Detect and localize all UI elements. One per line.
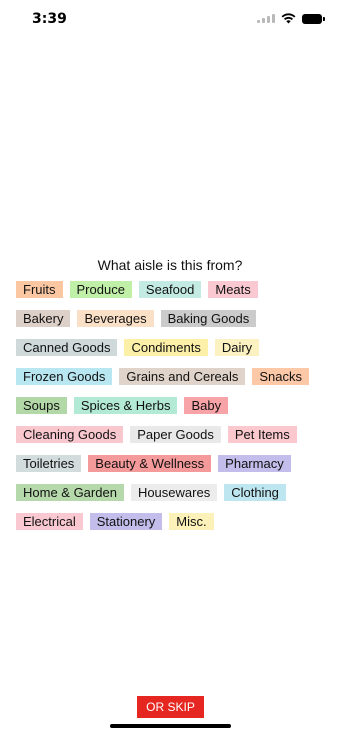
aisle-option-dairy[interactable]: Dairy [214, 339, 260, 356]
aisle-option-snacks[interactable]: Snacks [252, 368, 310, 385]
status-icons [257, 13, 325, 24]
aisle-option-paper-goods[interactable]: Paper Goods [130, 426, 221, 443]
aisle-option-misc[interactable]: Misc. [169, 513, 214, 530]
aisle-option-frozen-goods[interactable]: Frozen Goods [16, 368, 113, 385]
aisle-option-beauty-wellness[interactable]: Beauty & Wellness [88, 455, 212, 472]
aisle-option-spices-herbs[interactable]: Spices & Herbs [73, 397, 178, 414]
aisle-option-condiments[interactable]: Condiments [124, 339, 208, 356]
home-indicator [110, 724, 231, 728]
aisle-option-stationery[interactable]: Stationery [89, 513, 163, 530]
wifi-icon [281, 13, 296, 24]
aisle-option-toiletries[interactable]: Toiletries [16, 455, 82, 472]
aisle-option-electrical[interactable]: Electrical [16, 513, 83, 530]
aisle-option-baking-goods[interactable]: Baking Goods [160, 310, 257, 327]
aisle-option-canned-goods[interactable]: Canned Goods [16, 339, 118, 356]
aisle-option-bakery[interactable]: Bakery [16, 310, 71, 327]
aisle-option-fruits[interactable]: Fruits [16, 281, 63, 298]
battery-icon [302, 13, 325, 24]
cellular-signal-icon [257, 14, 275, 23]
aisle-option-meats[interactable]: Meats [208, 281, 258, 298]
aisle-option-cleaning-goods[interactable]: Cleaning Goods [16, 426, 124, 443]
aisle-option-housewares[interactable]: Housewares [130, 484, 218, 501]
aisle-option-soups[interactable]: Soups [16, 397, 67, 414]
aisle-option-pharmacy[interactable]: Pharmacy [218, 455, 291, 472]
aisle-option-beverages[interactable]: Beverages [77, 310, 154, 327]
aisle-option-home-garden[interactable]: Home & Garden [16, 484, 124, 501]
question-heading: What aisle is this from? [97, 257, 243, 273]
status-bar: 3:39 [0, 0, 340, 40]
skip-button[interactable]: OR SKIP [137, 696, 204, 718]
aisle-option-pet-items[interactable]: Pet Items [227, 426, 297, 443]
aisle-option-baby[interactable]: Baby [184, 397, 229, 414]
aisle-option-produce[interactable]: Produce [69, 281, 132, 298]
aisle-option-grains-and-cereals[interactable]: Grains and Cereals [119, 368, 246, 385]
aisle-options: Fruits Produce Seafood Meats Bakery Beverages… [16, 281, 316, 530]
aisle-option-clothing[interactable]: Clothing [224, 484, 286, 501]
aisle-option-seafood[interactable]: Seafood [138, 281, 202, 298]
status-time: 3:39 [32, 11, 67, 27]
